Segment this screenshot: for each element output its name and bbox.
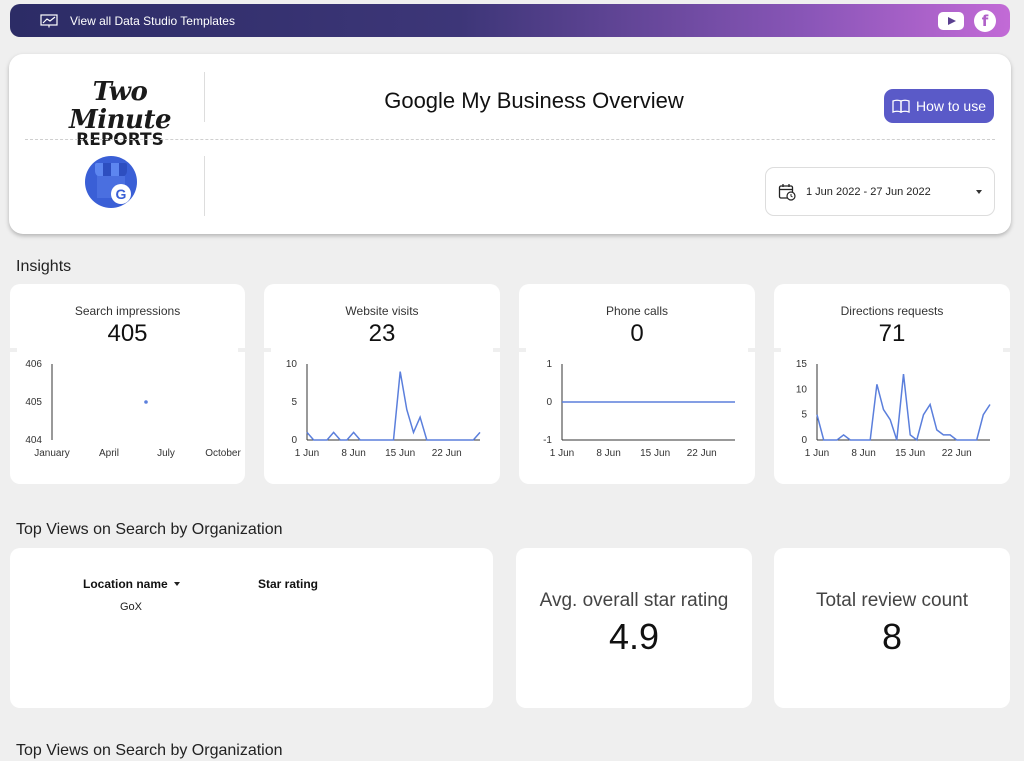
chevron-down-icon [976, 189, 982, 194]
x-tick-label: January [34, 448, 70, 459]
search-impressions-chart: 404 405 406 January April July October [25, 359, 241, 459]
kpi-value: 23 [368, 320, 396, 347]
location-table: Location name Star rating GoX [10, 548, 493, 708]
y-tick-label: 406 [25, 359, 42, 370]
avg-star-rating-card: Avg. overall star rating 4.9 [516, 548, 752, 708]
x-tick-label: 15 Jun [640, 448, 670, 459]
top-banner: View all Data Studio Templates f [10, 4, 1010, 37]
calendar-icon [778, 183, 796, 201]
date-range-value: 1 Jun 2022 - 27 Jun 2022 [806, 185, 931, 198]
phone-calls-chart: -1 0 1 1 Jun 8 Jun 15 Jun 22 Jun [543, 359, 735, 459]
series-line [816, 374, 991, 442]
x-tick-label: 22 Jun [942, 448, 972, 459]
x-tick-label: 8 Jun [341, 448, 365, 459]
series-line [306, 371, 481, 441]
column-header-star-rating[interactable]: Star rating [258, 577, 318, 591]
y-tick-label: 5 [801, 410, 807, 421]
logo-line2: REPORTS [76, 130, 164, 150]
x-tick-label: 8 Jun [596, 448, 620, 459]
kpi-name: Directions requests [840, 304, 944, 318]
y-tick-label: 0 [546, 397, 552, 408]
how-to-use-label: How to use [915, 98, 987, 114]
kpi-value: 405 [107, 320, 148, 347]
book-icon [892, 99, 910, 113]
kpi-name: Search impressions [74, 304, 181, 318]
kpi-card-search-impressions: Search impressions 405 404 405 406 January A… [9, 284, 246, 484]
directions-requests-chart: 0 5 10 15 1 Jun 8 Jun 15 Jun 22 Jun [796, 359, 991, 459]
templates-link[interactable]: View all Data Studio Templates [40, 14, 235, 28]
page-title: Google My Business Overview [384, 88, 684, 113]
date-range-picker[interactable]: 1 Jun 2022 - 27 Jun 2022 [765, 167, 995, 216]
x-tick-label: 22 Jun [432, 448, 462, 459]
x-tick-label: April [99, 448, 119, 459]
how-to-use-button[interactable]: How to use [884, 89, 994, 123]
logo-line1: Two Minute [68, 77, 172, 135]
x-tick-label: 1 Jun [805, 448, 829, 459]
y-tick-label: 10 [796, 384, 808, 395]
divider [25, 139, 995, 140]
facebook-icon[interactable]: f [974, 9, 996, 32]
youtube-icon[interactable] [938, 11, 964, 30]
column-header-label: Star rating [258, 577, 319, 591]
x-tick-label: 22 Jun [687, 448, 717, 459]
kpi-name: Website visits [345, 304, 419, 318]
kpi-value: 0 [630, 320, 644, 347]
section-title-top-views: Top Views on Search by Organization [16, 521, 283, 538]
scorecard-value: 4.9 [608, 616, 660, 657]
website-visits-chart: 0 5 10 1 Jun 8 Jun 15 Jun 22 Jun [286, 359, 481, 459]
templates-link-label: View all Data Studio Templates [70, 13, 235, 28]
y-tick-label: 1 [546, 359, 552, 370]
facebook-glyph: f [981, 11, 989, 30]
sort-down-icon [173, 582, 180, 586]
x-tick-label: 15 Jun [385, 448, 415, 459]
header-card: Two Minute REPORTS Google My Business Ov… [9, 54, 1011, 234]
y-tick-label: 10 [286, 359, 298, 370]
total-review-count-card: Total review count 8 [774, 548, 1010, 708]
divider [204, 156, 205, 216]
y-tick-label: 15 [796, 359, 808, 370]
google-my-business-icon: G [85, 156, 137, 208]
x-tick-label: 1 Jun [295, 448, 319, 459]
kpi-value: 71 [878, 320, 906, 347]
y-tick-label: 0 [291, 435, 297, 446]
x-tick-label: 8 Jun [851, 448, 875, 459]
kpi-card-website-visits: Website visits 23 0 5 10 1 Jun 8 Jun 15 Jun 22… [263, 284, 501, 484]
y-tick-label: 405 [25, 397, 42, 408]
y-tick-label: 404 [25, 435, 42, 446]
divider [204, 72, 205, 122]
gmb-glyph: G [111, 184, 131, 204]
table-cell-location: GoX [120, 601, 143, 613]
y-tick-label: 0 [801, 435, 807, 446]
scorecard-label: Avg. overall star rating [539, 590, 729, 611]
section-title-top-views-2: Top Views on Search by Organization [16, 742, 283, 759]
column-header-label: Location name [83, 577, 168, 591]
column-header-location[interactable]: Location name [83, 577, 180, 591]
scorecard-value: 8 [881, 616, 903, 657]
kpi-card-directions-requests: Directions requests 71 0 5 10 15 1 Jun 8 Jun 1… [773, 284, 1011, 484]
y-tick-label: -1 [543, 435, 552, 446]
x-tick-label: July [157, 448, 175, 459]
scorecard-label: Total review count [815, 590, 969, 611]
x-tick-label: 1 Jun [550, 448, 574, 459]
x-tick-label: October [205, 448, 241, 459]
kpi-card-phone-calls: Phone calls 0 -1 0 1 1 Jun 8 Jun 15 Jun 22 Jun [518, 284, 756, 484]
kpi-name: Phone calls [605, 304, 669, 318]
y-tick-label: 5 [291, 397, 297, 408]
section-title-insights: Insights [16, 258, 72, 275]
x-tick-label: 15 Jun [895, 448, 925, 459]
data-point [144, 400, 148, 404]
presentation-chart-icon [40, 13, 58, 27]
